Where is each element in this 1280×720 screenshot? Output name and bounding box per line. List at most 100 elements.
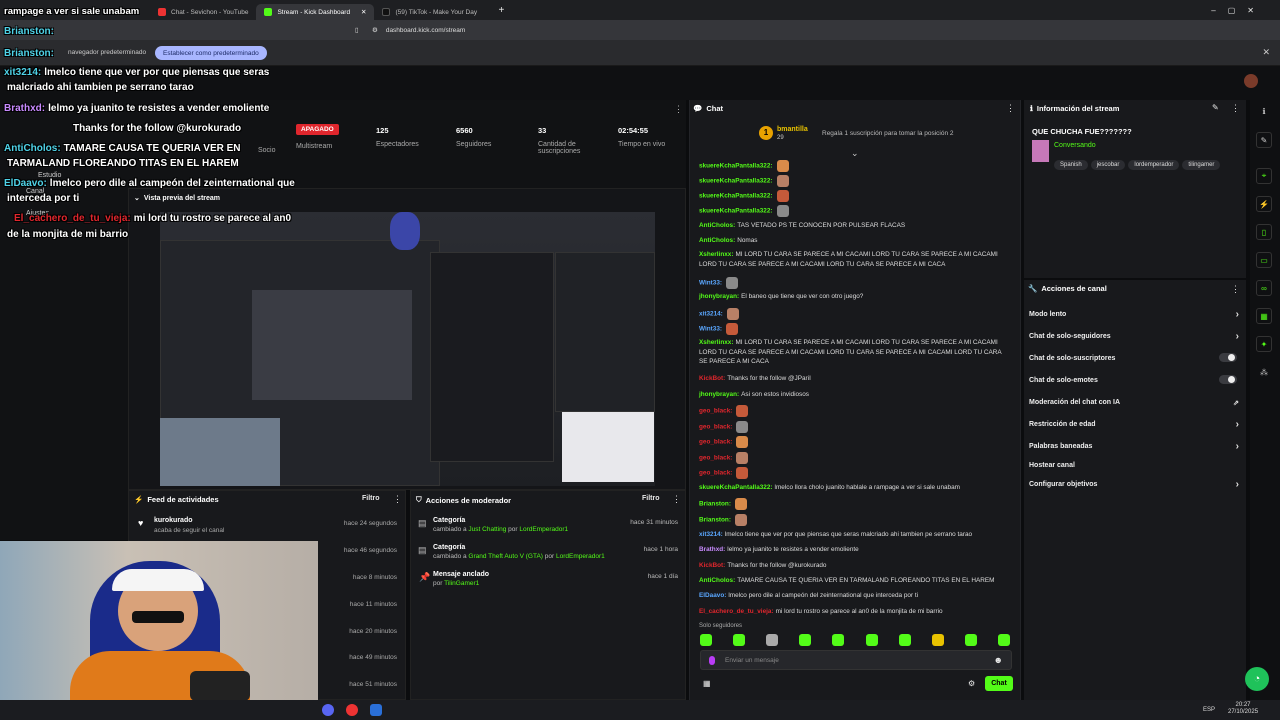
followers-only-action[interactable]: Chat de solo-seguidores › bbox=[1029, 331, 1243, 342]
emote-icon[interactable] bbox=[832, 634, 845, 646]
gear-icon[interactable]: ⚙ bbox=[968, 679, 975, 688]
chat-icon[interactable]: ▭ bbox=[1256, 252, 1272, 268]
feed-filter-button[interactable]: Filtro bbox=[362, 495, 380, 502]
send-chat-button[interactable]: Chat bbox=[985, 676, 1013, 691]
window-controls[interactable]: –▢✕ bbox=[1211, 6, 1266, 15]
more-icon[interactable]: ⋮ bbox=[393, 494, 402, 505]
language-indicator[interactable]: ESP bbox=[1203, 707, 1215, 713]
mod-filter-button[interactable]: Filtro bbox=[642, 495, 660, 502]
chat-username[interactable]: xit3214: bbox=[699, 531, 723, 538]
chat-username[interactable]: skuereKchaPantalla322: bbox=[699, 484, 773, 491]
tab-kick-dashboard[interactable]: Stream - Kick Dashboard ✕ bbox=[256, 4, 375, 20]
emotes-only-action[interactable]: Chat de solo-emotes bbox=[1029, 375, 1243, 384]
clock[interactable]: 20:27 27/10/2025 bbox=[1228, 702, 1258, 716]
chat-username[interactable]: xit3214: bbox=[699, 311, 723, 318]
tag[interactable]: lordemperador bbox=[1128, 160, 1180, 170]
goals-action[interactable]: Configurar objetivos › bbox=[1029, 479, 1243, 490]
calendar-icon[interactable]: ▦ bbox=[703, 679, 711, 688]
more-icon[interactable]: ⋮ bbox=[1006, 103, 1015, 114]
chat-input[interactable]: Enviar un mensaje ☻ bbox=[700, 650, 1012, 670]
category-name[interactable]: Conversando bbox=[1054, 142, 1096, 149]
chevron-down-icon[interactable]: ⌄ bbox=[134, 194, 140, 202]
ai-moderation-action[interactable]: Moderación del chat con IA ⇗ bbox=[1029, 399, 1243, 407]
calendar-icon[interactable]: ▦ bbox=[1256, 308, 1272, 324]
more-icon[interactable]: ⋮ bbox=[1231, 103, 1240, 114]
chat-username[interactable]: geo_black: bbox=[699, 408, 732, 415]
emote-icon[interactable] bbox=[799, 634, 812, 646]
host-channel-action[interactable]: Hostear canal bbox=[1029, 462, 1243, 469]
emote-icon[interactable] bbox=[700, 634, 712, 646]
chat-username[interactable]: jhonybrayan: bbox=[699, 391, 739, 398]
chat-username[interactable]: AntiCholos: bbox=[699, 577, 735, 584]
bookmark-icon[interactable]: ▯ bbox=[355, 26, 359, 34]
close-icon[interactable]: ✕ bbox=[1262, 47, 1270, 58]
tag[interactable]: Spanish bbox=[1054, 160, 1088, 170]
info-icon[interactable]: ℹ bbox=[1256, 103, 1272, 119]
bolt-icon[interactable]: ⚡ bbox=[1256, 196, 1272, 212]
toggle-switch[interactable] bbox=[1219, 375, 1237, 384]
chat-username[interactable]: skuereKchaPantalla322: bbox=[699, 178, 773, 185]
chat-username[interactable]: KickBot: bbox=[699, 375, 725, 382]
leaderboard-user[interactable]: bmantilla bbox=[777, 126, 808, 133]
multistream-stat[interactable]: APAGADO Multistream bbox=[296, 124, 339, 150]
emote-icon[interactable] bbox=[931, 634, 944, 646]
set-default-button[interactable]: Establecer como predeterminado bbox=[155, 46, 267, 60]
emote-icon[interactable] bbox=[766, 634, 779, 646]
emoji-icon[interactable]: ☻ bbox=[994, 655, 1003, 665]
chat-username[interactable]: El_cachero_de_tu_vieja: bbox=[699, 608, 774, 615]
close-icon[interactable]: ✕ bbox=[361, 8, 366, 16]
new-tab-icon[interactable]: + bbox=[498, 5, 504, 16]
chat-username[interactable]: geo_black: bbox=[699, 439, 732, 446]
more-icon[interactable]: ⋮ bbox=[672, 494, 681, 505]
chevron-down-icon[interactable]: ⌄ bbox=[851, 148, 859, 159]
chat-username[interactable]: Brianston: bbox=[699, 501, 731, 508]
more-icon[interactable]: ⋮ bbox=[1231, 284, 1240, 295]
chat-username[interactable]: KickBot: bbox=[699, 562, 725, 569]
chat-username[interactable]: geo_black: bbox=[699, 455, 732, 462]
emote-icon[interactable] bbox=[997, 634, 1010, 646]
chat-username[interactable]: Brathxd: bbox=[699, 546, 725, 553]
stream-preview[interactable] bbox=[160, 212, 655, 486]
obs-icon[interactable] bbox=[346, 704, 358, 716]
apps-icon[interactable]: ⁂ bbox=[1256, 364, 1272, 380]
banned-words-action[interactable]: Palabras baneadas › bbox=[1029, 441, 1243, 452]
emote-icon[interactable] bbox=[898, 634, 911, 646]
chat-username[interactable]: skuereKchaPantalla322: bbox=[699, 163, 773, 170]
address-bar[interactable]: ▯ ⚙ dashboard.kick.com/stream bbox=[0, 20, 1280, 40]
chat-username[interactable]: skuereKchaPantalla322: bbox=[699, 208, 773, 215]
toggle-switch[interactable] bbox=[1219, 353, 1237, 362]
chat-username[interactable]: Xsherlinxx: bbox=[699, 251, 733, 258]
chat-username[interactable]: Xsherlinxx: bbox=[699, 339, 733, 346]
chat-username[interactable]: Brianston: bbox=[699, 517, 731, 524]
link-icon[interactable]: ∞ bbox=[1256, 280, 1272, 296]
subscribers-only-action[interactable]: Chat de solo-suscriptores bbox=[1029, 353, 1243, 362]
help-chat-button[interactable]: ◔ bbox=[1245, 667, 1269, 691]
chat-username[interactable]: geo_black: bbox=[699, 424, 732, 431]
chat-username[interactable]: AntiCholos: bbox=[699, 222, 735, 229]
tab-tiktok[interactable]: (59) TikTok - Make Your Day bbox=[374, 4, 492, 20]
avatar[interactable] bbox=[1244, 74, 1258, 88]
discord-icon[interactable] bbox=[322, 704, 334, 716]
document-icon[interactable]: ▯ bbox=[1256, 224, 1272, 240]
app-icon[interactable] bbox=[370, 704, 382, 716]
tab-youtube-chat[interactable]: Chat - Sevichon - YouTube bbox=[150, 4, 256, 20]
tag[interactable]: jescobar bbox=[1090, 160, 1126, 170]
url-text[interactable]: dashboard.kick.com/stream bbox=[386, 27, 465, 34]
chat-username[interactable]: Wint33: bbox=[699, 326, 722, 333]
edit-icon[interactable]: ✎ bbox=[1212, 103, 1219, 112]
target-icon[interactable]: ⌖ bbox=[1256, 168, 1272, 184]
emote-icon[interactable] bbox=[733, 634, 746, 646]
emote-icon[interactable] bbox=[964, 634, 977, 646]
chat-username[interactable]: jhonybrayan: bbox=[699, 293, 739, 300]
chat-username[interactable]: skuereKchaPantalla322: bbox=[699, 193, 773, 200]
wrench-icon[interactable]: ✦ bbox=[1256, 336, 1272, 352]
more-icon[interactable]: ⋮ bbox=[674, 104, 683, 115]
slow-mode-action[interactable]: Modo lento › bbox=[1029, 309, 1243, 320]
gift-sub-text[interactable]: Regala 1 suscripción para tomar la posic… bbox=[822, 130, 954, 137]
mic-icon[interactable] bbox=[709, 656, 715, 665]
tag[interactable]: tilingamer bbox=[1182, 160, 1221, 170]
age-restriction-action[interactable]: Restricción de edad › bbox=[1029, 419, 1243, 430]
chat-username[interactable]: geo_black: bbox=[699, 470, 732, 477]
emote-icon[interactable] bbox=[865, 634, 878, 646]
site-info-icon[interactable]: ⚙ bbox=[372, 26, 378, 34]
